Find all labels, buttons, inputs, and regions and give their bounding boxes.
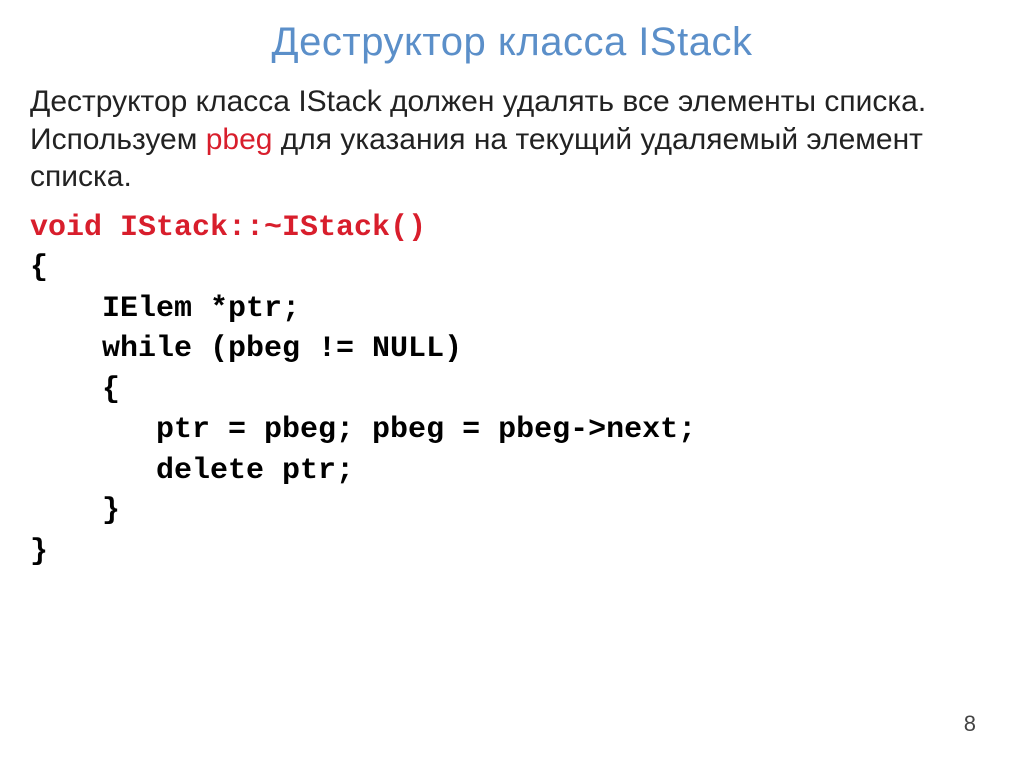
code-block: void IStack::~IStack() { IElem *ptr; whi… bbox=[30, 208, 994, 573]
code-signature: IStack::~IStack() bbox=[102, 211, 426, 245]
page-number: 8 bbox=[964, 711, 976, 737]
code-line-4: while (pbeg != NULL) bbox=[30, 332, 462, 366]
slide-title: Деструктор класса IStack bbox=[30, 20, 994, 65]
code-line-8: } bbox=[30, 494, 120, 528]
slide-body-text: Деструктор класса IStack должен удалять … bbox=[30, 83, 994, 196]
code-line-5: { bbox=[30, 373, 120, 407]
code-line-2: { bbox=[30, 251, 48, 285]
code-line-6: ptr = pbeg; pbeg = pbeg->next; bbox=[30, 413, 696, 447]
body-pbeg-highlight: pbeg bbox=[206, 123, 273, 156]
code-keyword-void: void bbox=[30, 211, 102, 245]
slide: Деструктор класса IStack Деструктор клас… bbox=[0, 0, 1024, 767]
code-line-3: IElem *ptr; bbox=[30, 292, 300, 326]
code-line-9: } bbox=[30, 535, 48, 569]
code-line-7: delete ptr; bbox=[30, 454, 354, 488]
